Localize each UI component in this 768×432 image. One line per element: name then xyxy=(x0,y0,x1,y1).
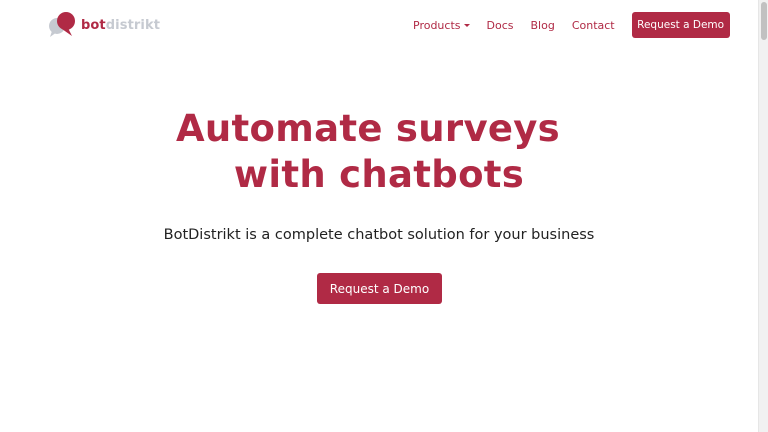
navbar: botdistrikt Products Docs Blog Contact R… xyxy=(0,0,758,50)
brand-logo[interactable]: botdistrikt xyxy=(47,11,160,39)
speech-bubbles-icon xyxy=(49,12,75,37)
nav-links: Products Docs Blog Contact Request a Dem… xyxy=(413,12,730,38)
scrollbar-thumb[interactable] xyxy=(761,2,767,40)
hero-title: Automate surveys with chatbots xyxy=(0,106,758,198)
nav-blog-link[interactable]: Blog xyxy=(530,12,554,38)
hero-title-line1: Automate surveys xyxy=(175,107,561,150)
page: botdistrikt Products Docs Blog Contact R… xyxy=(0,0,768,432)
brand-name-distrikt: distrikt xyxy=(105,17,161,33)
caret-down-icon xyxy=(463,24,470,27)
brand-wordmark: botdistrikt xyxy=(81,18,160,33)
vertical-scrollbar[interactable] xyxy=(758,0,768,432)
hero-title-line2: with chatbots xyxy=(233,153,525,196)
nav-products-dropdown[interactable]: Products xyxy=(413,12,470,38)
nav-products-label: Products xyxy=(413,18,461,32)
nav-docs-link[interactable]: Docs xyxy=(487,12,514,38)
nav-contact-link[interactable]: Contact xyxy=(572,12,615,38)
nav-request-demo-button[interactable]: Request a Demo xyxy=(631,12,730,38)
hero-subtitle: BotDistrikt is a complete chatbot soluti… xyxy=(163,227,595,243)
hero-request-demo-button[interactable]: Request a Demo xyxy=(317,273,442,304)
brand-name-bot: bot xyxy=(81,17,106,33)
